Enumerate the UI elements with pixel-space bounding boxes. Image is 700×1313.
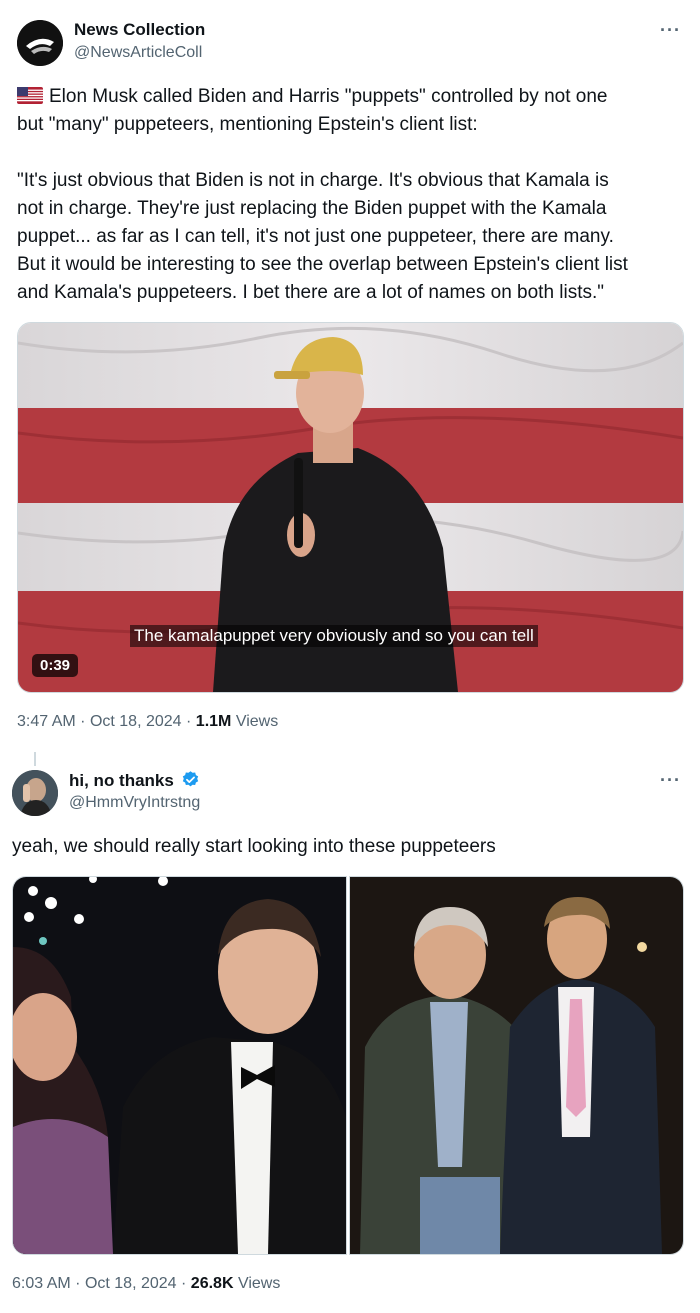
views-label: Views (235, 713, 279, 730)
news-logo-icon (17, 20, 63, 66)
verified-badge-icon (181, 770, 200, 794)
views-count: 1.1M (195, 713, 232, 730)
tweet-text-line-1: Elon Musk called Biden and Harris "puppe… (17, 83, 687, 111)
views-count: 26.8K (190, 1275, 234, 1292)
photo-party-guests (13, 877, 346, 1254)
tweet-text-line-2: but "many" puppeteers, mentioning Epstei… (17, 114, 478, 135)
tweet-date[interactable]: Oct 18, 2024 (85, 1275, 177, 1292)
tweet-timestamp: 3:47 AM · Oct 18, 2024 · 1.1M Views (17, 713, 279, 730)
tweet-text: yeah, we should really start looking int… (12, 836, 496, 857)
author-name[interactable]: News Collection (74, 20, 205, 40)
us-flag-icon (17, 85, 43, 104)
more-options-icon[interactable]: ··· (660, 20, 681, 41)
photo-two-men (350, 877, 683, 1254)
tweet-text-line-4: "It's just obvious that Biden is not in … (17, 170, 609, 191)
views-label: Views (237, 1275, 281, 1292)
video-caption: The kamalapuppet very obviously and so y… (130, 625, 538, 647)
avatar-photo-icon (12, 770, 58, 816)
video-duration: 0:39 (32, 654, 79, 677)
author-handle[interactable]: @NewsArticleColl (74, 44, 202, 62)
tweet-text-line-7: But it would be interesting to see the o… (17, 254, 628, 275)
author-name[interactable]: hi, no thanks (69, 770, 200, 794)
tweet-text-line-6: puppet... as far as I can tell, it's not… (17, 226, 614, 247)
more-options-icon[interactable]: ··· (660, 770, 681, 791)
thread-connector (34, 752, 36, 766)
tweet-text-line-8: and Kamala's puppeteers. I bet there are… (17, 282, 605, 303)
tweet-text-blank (17, 139, 687, 167)
avatar-hi-no-thanks[interactable] (12, 770, 58, 816)
tweet-date[interactable]: Oct 18, 2024 (90, 713, 182, 730)
image-left[interactable] (12, 876, 347, 1255)
video-player[interactable]: The kamalapuppet very obviously and so y… (17, 322, 684, 693)
tweet-time[interactable]: 3:47 AM (17, 713, 76, 730)
tweet-text-line-5: not in charge. They're just replacing th… (17, 198, 607, 219)
avatar-news-collection[interactable] (17, 20, 63, 66)
author-handle[interactable]: @HmmVryIntrstng (69, 794, 200, 812)
image-right[interactable] (349, 876, 684, 1255)
tweet-timestamp: 6:03 AM · Oct 18, 2024 · 26.8K Views (12, 1275, 281, 1292)
tweet-text: Elon Musk called Biden and Harris "puppe… (17, 83, 687, 307)
tweet-time[interactable]: 6:03 AM (12, 1275, 71, 1292)
